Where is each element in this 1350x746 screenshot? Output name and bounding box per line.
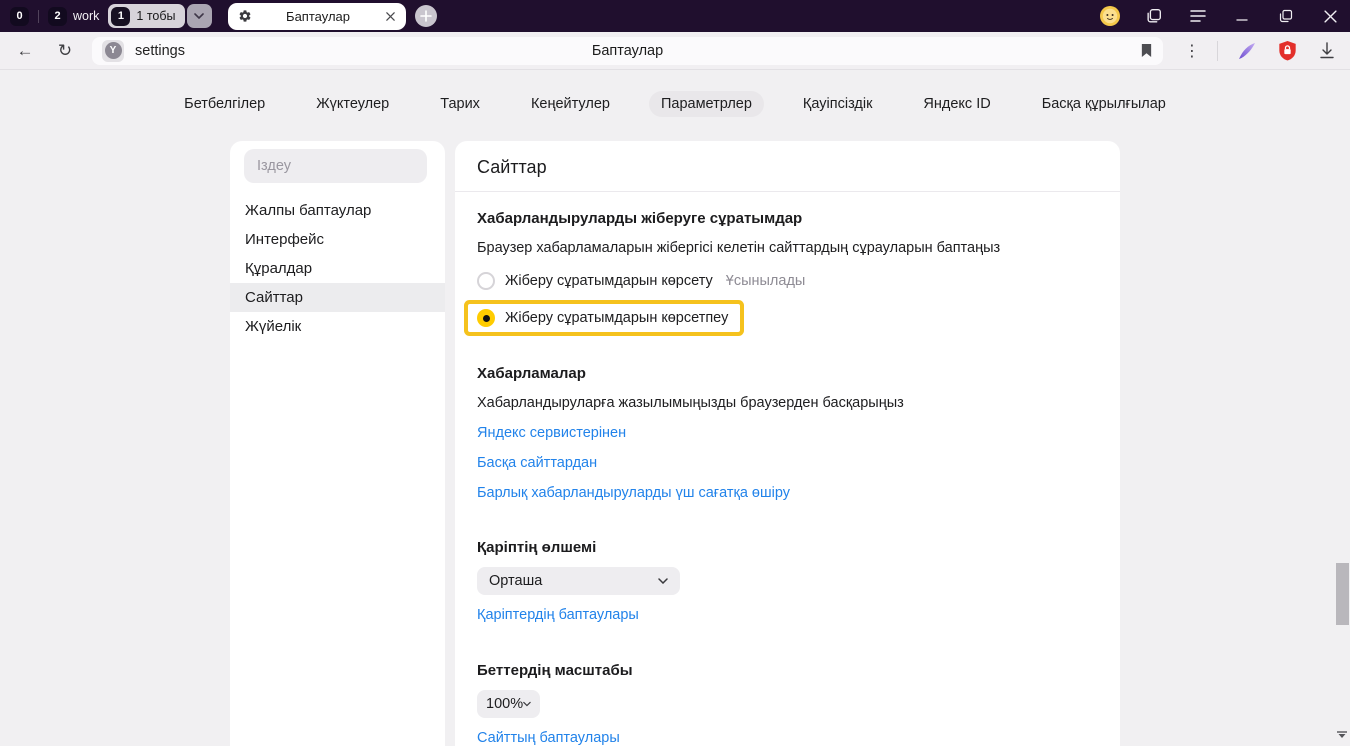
notifications-heading: Хабарламалар bbox=[477, 365, 1098, 382]
window-close-icon bbox=[1324, 10, 1337, 23]
tab-title: Баптаулар bbox=[252, 9, 385, 24]
address-toolbar: ← ↻ Y settings Баптаулар ⋮ bbox=[0, 32, 1350, 70]
workspace-work-label[interactable]: work bbox=[73, 9, 99, 23]
settings-content: Сайттар Хабарландыруларды жіберуге сұрат… bbox=[455, 141, 1120, 746]
nav-tab-security[interactable]: Қауіпсіздік bbox=[791, 91, 885, 117]
workspace-work-badge[interactable]: 2 bbox=[48, 7, 67, 26]
notifications-links: Яндекс сервистерінен Басқа сайттардан Ба… bbox=[477, 425, 1098, 501]
nav-tab-yandex-id[interactable]: Яндекс ID bbox=[911, 91, 1002, 117]
font-size-select[interactable]: Орташа bbox=[477, 567, 680, 595]
bookmark-icon[interactable] bbox=[1140, 43, 1153, 58]
window-close-button[interactable] bbox=[1320, 6, 1340, 26]
window-restore-button[interactable] bbox=[1276, 6, 1296, 26]
nav-tab-bookmarks[interactable]: Бетбелгілер bbox=[172, 91, 277, 117]
window-minimize-button[interactable] bbox=[1232, 6, 1252, 26]
shield-lock-icon bbox=[1278, 41, 1297, 61]
toolbar-divider bbox=[1217, 41, 1218, 61]
profile-avatar[interactable] bbox=[1100, 6, 1120, 26]
workspace-active[interactable]: 1 1 тобы bbox=[108, 4, 184, 28]
window-titlebar: 0 2 work 1 1 тобы Баптаулар bbox=[0, 0, 1350, 32]
site-settings-link[interactable]: Сайттың баптаулары bbox=[477, 730, 620, 746]
push-requests-heading: Хабарландыруларды жіберуге сұратымдар bbox=[477, 210, 1098, 227]
gear-icon bbox=[238, 9, 252, 23]
settings-top-nav: Бетбелгілер Жүктеулер Тарих Кеңейтулер П… bbox=[0, 91, 1350, 117]
radio-unchecked-icon[interactable] bbox=[477, 272, 495, 290]
font-size-value: Орташа bbox=[489, 573, 658, 589]
search-input[interactable] bbox=[244, 149, 427, 183]
site-badge[interactable]: Y bbox=[102, 40, 124, 62]
page-scale-select[interactable]: 100% bbox=[477, 690, 540, 718]
downloads-button[interactable] bbox=[1316, 40, 1338, 62]
nav-tab-extensions[interactable]: Кеңейтулер bbox=[519, 91, 622, 117]
restore-icon bbox=[1279, 9, 1293, 23]
sidebar-item-system[interactable]: Жүйелік bbox=[230, 312, 445, 341]
url-text[interactable]: settings bbox=[135, 43, 185, 59]
hamburger-menu-icon bbox=[1190, 10, 1206, 22]
radio-hide-label: Жіберу сұратымдарын көрсетпеу bbox=[505, 310, 728, 326]
link-other-sites[interactable]: Басқа сайттардан bbox=[477, 455, 597, 471]
address-bar[interactable]: Y settings Баптаулар bbox=[92, 37, 1163, 65]
recommended-badge: Ұсынылады bbox=[726, 273, 806, 289]
feather-icon bbox=[1237, 41, 1257, 61]
workspace-zero-badge[interactable]: 0 bbox=[10, 7, 29, 26]
chevron-down-icon bbox=[194, 13, 204, 19]
title-divider bbox=[455, 191, 1120, 192]
nav-tab-settings[interactable]: Параметрлер bbox=[649, 91, 764, 117]
sidebar-item-interface[interactable]: Интерфейс bbox=[230, 225, 445, 254]
radio-option-show-requests[interactable]: Жіберу сұратымдарын көрсету Ұсынылады bbox=[477, 269, 1098, 293]
scrollbar-thumb[interactable] bbox=[1336, 563, 1349, 625]
protect-button[interactable] bbox=[1276, 40, 1298, 62]
settings-sidebar: Жалпы баптаулар Интерфейс Құралдар Сайтт… bbox=[230, 141, 445, 746]
avatar-face-icon bbox=[1100, 6, 1120, 26]
extensions-kebab-button[interactable]: ⋮ bbox=[1181, 40, 1203, 62]
minimize-icon bbox=[1236, 10, 1248, 22]
radio-show-label: Жіберу сұратымдарын көрсету bbox=[505, 273, 713, 289]
page-scale-heading: Беттердің масштабы bbox=[477, 662, 1098, 679]
workspace-divider bbox=[38, 10, 39, 23]
workspace-active-badge: 1 bbox=[111, 7, 130, 26]
workspace-dropdown-button[interactable] bbox=[187, 4, 212, 28]
push-requests-description: Браузер хабарламаларын жібергісі келетін… bbox=[477, 240, 1098, 256]
sidebar-item-general[interactable]: Жалпы баптаулар bbox=[230, 196, 445, 225]
radio-option-hide-requests[interactable]: Жіберу сұратымдарын көрсетпеу bbox=[468, 304, 740, 332]
sidebar-list: Жалпы баптаулар Интерфейс Құралдар Сайтт… bbox=[230, 196, 445, 341]
back-button[interactable]: ← bbox=[12, 41, 38, 61]
yandex-browser-logo-icon: Y bbox=[105, 42, 122, 59]
font-size-heading: Қаріптің өлшемі bbox=[477, 539, 1098, 556]
chevron-down-icon bbox=[658, 578, 668, 584]
push-requests-options: Жіберу сұратымдарын көрсету Ұсынылады Жі… bbox=[477, 269, 1098, 332]
page-scale-value: 100% bbox=[486, 696, 523, 712]
notifications-description: Хабарландыруларға жазылымыңызды браузерд… bbox=[477, 395, 1098, 411]
font-settings-link[interactable]: Қаріптердің баптаулары bbox=[477, 607, 639, 623]
browser-menu-button[interactable] bbox=[1188, 6, 1208, 26]
new-tab-button[interactable] bbox=[415, 5, 437, 27]
page-title: Сайттар bbox=[455, 141, 1120, 191]
tab-panels-button[interactable] bbox=[1144, 6, 1164, 26]
workspace-active-label: 1 тобы bbox=[136, 9, 175, 23]
chevron-down-icon bbox=[523, 701, 531, 707]
nav-tab-other-devices[interactable]: Басқа құрылғылар bbox=[1030, 91, 1178, 117]
plus-icon bbox=[420, 10, 432, 22]
reload-button[interactable]: ↻ bbox=[52, 41, 78, 61]
sidebar-item-sites[interactable]: Сайттар bbox=[230, 283, 445, 312]
link-mute-all-three-hours[interactable]: Барлық хабарландыруларды үш сағатқа өшір… bbox=[477, 485, 790, 501]
link-yandex-services[interactable]: Яндекс сервистерінен bbox=[477, 425, 626, 441]
neuro-feather-button[interactable] bbox=[1236, 40, 1258, 62]
tab-close-icon[interactable] bbox=[385, 11, 396, 22]
address-bar-page-title: Баптаулар bbox=[92, 43, 1163, 59]
browser-tab-settings[interactable]: Баптаулар bbox=[228, 3, 406, 30]
nav-tab-downloads[interactable]: Жүктеулер bbox=[304, 91, 401, 117]
nav-tab-history[interactable]: Тарих bbox=[428, 91, 492, 117]
sidebar-item-tools[interactable]: Құралдар bbox=[230, 254, 445, 283]
radio-checked-icon[interactable] bbox=[477, 309, 495, 327]
download-icon bbox=[1319, 42, 1335, 59]
scroll-down-button[interactable] bbox=[1337, 726, 1347, 744]
scroll-down-arrow-icon bbox=[1337, 731, 1347, 739]
panels-icon bbox=[1145, 7, 1163, 25]
